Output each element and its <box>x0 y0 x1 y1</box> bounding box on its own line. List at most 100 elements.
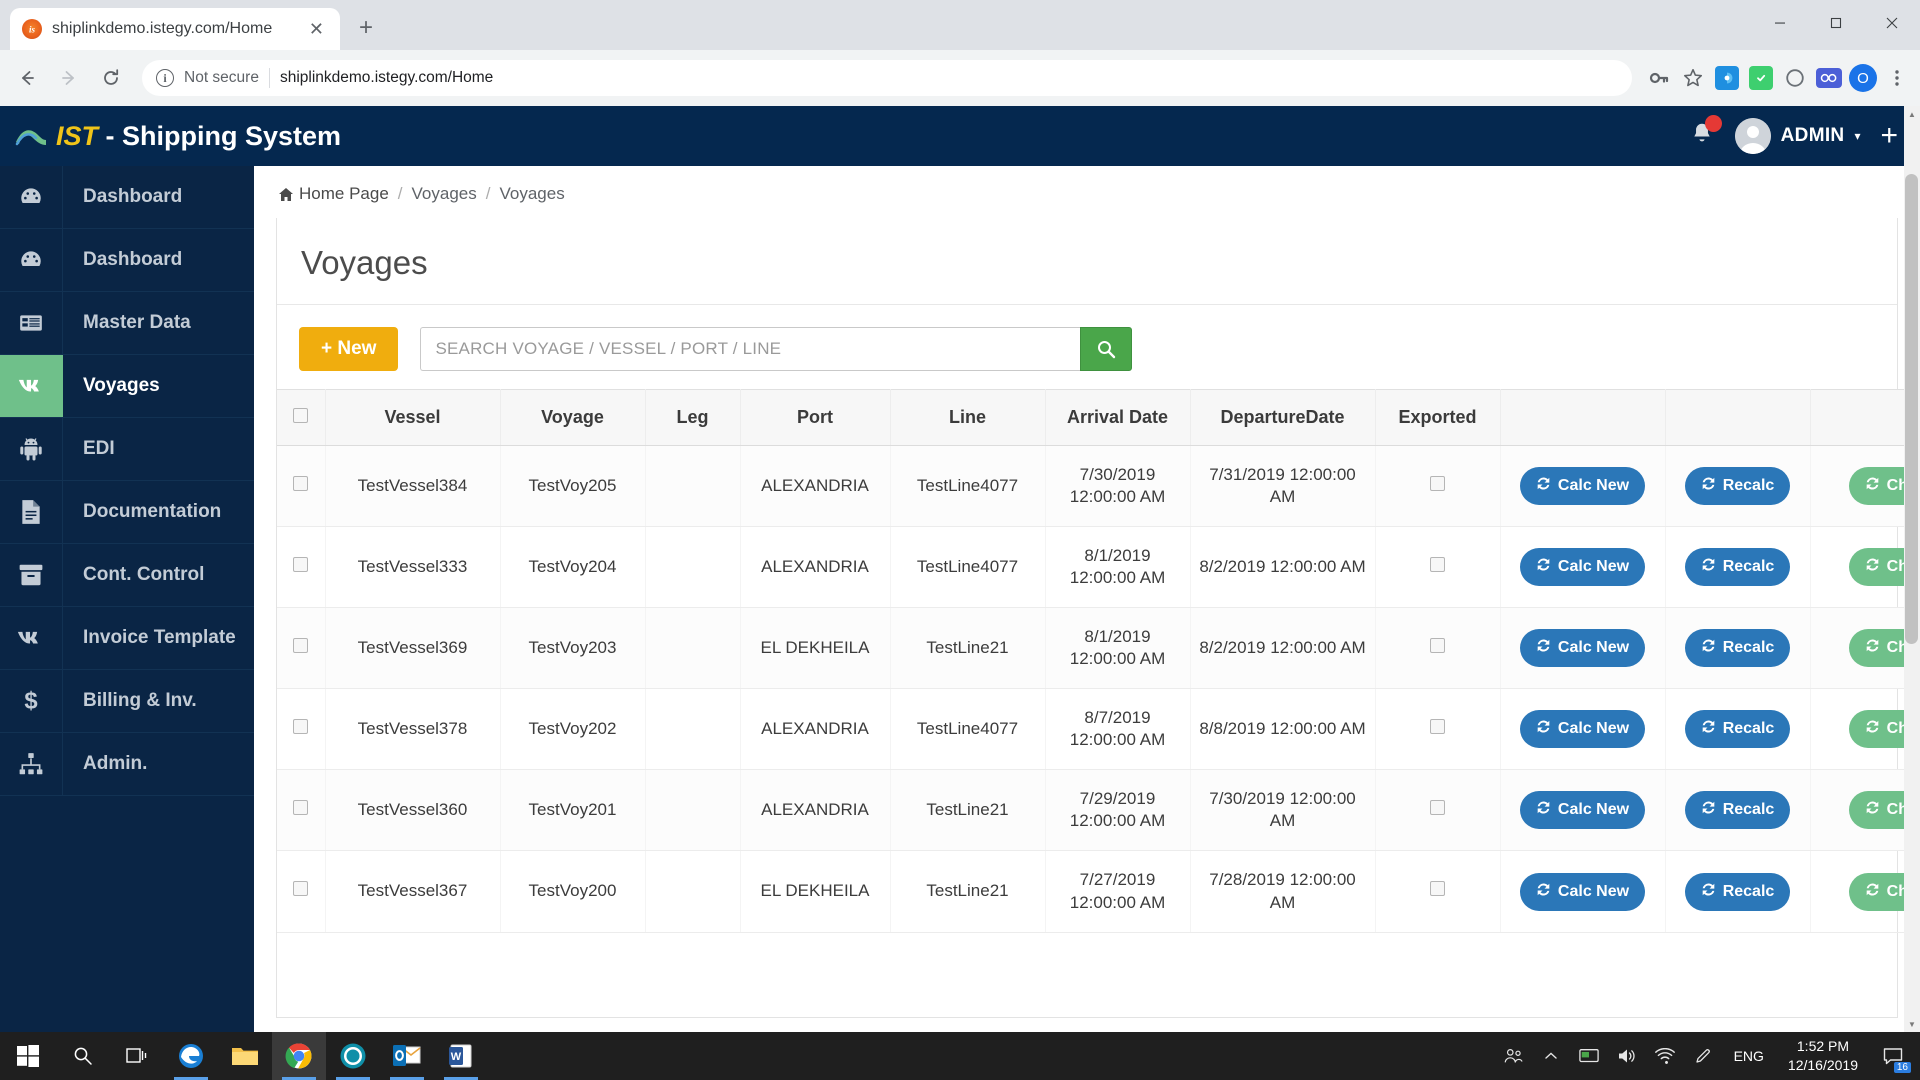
language-indicator[interactable]: ENG <box>1724 1048 1774 1064</box>
new-tab-button[interactable]: + <box>346 8 386 48</box>
extension-circle-icon[interactable] <box>1780 63 1810 93</box>
select-all-checkbox[interactable] <box>293 408 309 423</box>
add-button[interactable]: + <box>1880 121 1898 151</box>
breadcrumb-item-1[interactable]: Voyages <box>412 184 477 204</box>
exported-checkbox[interactable] <box>1430 637 1445 653</box>
exported-checkbox[interactable] <box>1430 719 1445 735</box>
people-icon[interactable] <box>1496 1032 1530 1080</box>
sidebar-item-cont-control[interactable]: Cont. Control <box>0 544 254 607</box>
cell-arrival-date: 7/30/2019 12:00:00 AM <box>1045 445 1191 527</box>
calc-new-button[interactable]: Calc New <box>1519 547 1646 586</box>
monitor-icon[interactable] <box>1572 1032 1606 1080</box>
exported-checkbox[interactable] <box>1430 881 1445 897</box>
new-button[interactable]: + New <box>299 327 399 371</box>
sidebar-item-dashboard-2[interactable]: Dashboard <box>0 229 254 292</box>
column-header-line[interactable]: Line <box>890 389 1046 446</box>
extension-blue-icon[interactable] <box>1712 63 1742 93</box>
chrome-profile-avatar[interactable]: O <box>1848 63 1878 93</box>
key-icon[interactable] <box>1644 63 1674 93</box>
cell-leg <box>645 688 741 771</box>
column-header-exported[interactable]: Exported <box>1375 389 1501 446</box>
scroll-down-arrow[interactable]: ▼ <box>1904 1016 1920 1032</box>
app-logo[interactable]: IST - Shipping System <box>0 121 341 152</box>
sidebar-item-edi[interactable]: EDI <box>0 418 254 481</box>
taskbar-app-edge[interactable] <box>164 1032 218 1080</box>
row-checkbox[interactable] <box>293 556 309 572</box>
sidebar-item-billing[interactable]: $ Billing & Inv. <box>0 670 254 733</box>
taskbar-clock[interactable]: 1:52 PM 12/16/2019 <box>1778 1037 1868 1075</box>
scrollbar-thumb[interactable] <box>1905 174 1918 644</box>
sidebar-item-admin[interactable]: Admin. <box>0 733 254 796</box>
sidebar-item-documentation[interactable]: Documentation <box>0 481 254 544</box>
sidebar-item-master-data[interactable]: Master Data <box>0 292 254 355</box>
column-header-vessel[interactable]: Vessel <box>325 389 501 446</box>
cell-line: TestLine4077 <box>890 526 1046 608</box>
recalc-button[interactable]: Recalc <box>1684 547 1791 586</box>
taskbar-task-view-button[interactable] <box>110 1032 164 1080</box>
recalc-button[interactable]: Recalc <box>1684 710 1791 749</box>
calc-new-button[interactable]: Calc New <box>1519 710 1646 749</box>
forward-icon[interactable] <box>50 59 88 97</box>
exported-checkbox[interactable] <box>1430 800 1445 816</box>
column-header-arrival-date[interactable]: Arrival Date <box>1045 389 1191 446</box>
taskbar-app-file-explorer[interactable] <box>218 1032 272 1080</box>
address-bar[interactable]: i Not secure shiplinkdemo.istegy.com/Hom… <box>142 60 1632 96</box>
network-icon[interactable] <box>1648 1032 1682 1080</box>
row-checkbox[interactable] <box>293 637 309 653</box>
recalc-button[interactable]: Recalc <box>1684 872 1791 911</box>
vk-icon <box>0 607 63 669</box>
calc-new-button[interactable]: Calc New <box>1519 466 1646 505</box>
exported-checkbox[interactable] <box>1430 556 1445 572</box>
extension-infinity-icon[interactable] <box>1814 63 1844 93</box>
bookmark-star-icon[interactable] <box>1678 63 1708 93</box>
recalc-button[interactable]: Recalc <box>1684 628 1791 667</box>
scroll-up-arrow[interactable]: ▲ <box>1904 106 1920 122</box>
extension-green-icon[interactable] <box>1746 63 1776 93</box>
calc-new-button[interactable]: Calc New <box>1519 628 1646 667</box>
column-header-voyage[interactable]: Voyage <box>500 389 646 446</box>
recalc-button[interactable]: Recalc <box>1684 791 1791 830</box>
back-icon[interactable] <box>8 59 46 97</box>
column-header-port[interactable]: Port <box>740 389 891 446</box>
sidebar-item-label: Admin. <box>83 753 148 775</box>
minimize-window-button[interactable] <box>1752 0 1808 46</box>
chrome-menu-icon[interactable] <box>1882 63 1912 93</box>
table-header-row: Vessel Voyage Leg Port Line Arrival Date… <box>277 389 1920 446</box>
recalc-button[interactable]: Recalc <box>1684 466 1791 505</box>
row-checkbox[interactable] <box>293 800 309 816</box>
reload-icon[interactable] <box>92 59 130 97</box>
sidebar-item-invoice-template[interactable]: Invoice Template <box>0 607 254 670</box>
row-checkbox[interactable] <box>293 475 309 491</box>
sidebar-item-voyages[interactable]: Voyages <box>0 355 254 418</box>
pen-icon[interactable] <box>1686 1032 1720 1080</box>
maximize-window-button[interactable] <box>1808 0 1864 46</box>
taskbar-app-teams[interactable] <box>326 1032 380 1080</box>
row-checkbox[interactable] <box>293 719 309 735</box>
breadcrumb-item-2[interactable]: Voyages <box>499 184 564 204</box>
search-button[interactable] <box>1080 327 1133 371</box>
close-tab-icon[interactable]: ✕ <box>305 20 328 38</box>
chevron-up-icon[interactable] <box>1534 1032 1568 1080</box>
browser-tab[interactable]: is shiplinkdemo.istegy.com/Home ✕ <box>10 8 340 50</box>
close-window-button[interactable] <box>1864 0 1920 46</box>
action-center-button[interactable]: 16 <box>1872 1032 1914 1080</box>
search-input[interactable] <box>420 327 1081 371</box>
row-checkbox[interactable] <box>293 881 309 897</box>
taskbar-app-chrome[interactable] <box>272 1032 326 1080</box>
user-menu[interactable]: ADMIN ▾ <box>1734 118 1860 154</box>
sidebar-item-dashboard-1[interactable]: Dashboard <box>0 166 254 229</box>
volume-icon[interactable] <box>1610 1032 1644 1080</box>
taskbar-app-outlook[interactable] <box>380 1032 434 1080</box>
calc-new-button[interactable]: Calc New <box>1519 872 1646 911</box>
notification-bell-icon[interactable] <box>1689 114 1722 152</box>
exported-checkbox[interactable] <box>1430 475 1445 491</box>
windows-start-button[interactable] <box>0 1032 56 1080</box>
info-icon[interactable]: i <box>156 69 174 87</box>
breadcrumb-home[interactable]: Home Page <box>278 184 389 204</box>
calc-new-button[interactable]: Calc New <box>1519 791 1646 830</box>
page-scrollbar[interactable]: ▲ ▼ <box>1904 106 1920 1032</box>
taskbar-app-word[interactable]: W <box>434 1032 488 1080</box>
column-header-leg[interactable]: Leg <box>645 389 741 446</box>
taskbar-search-button[interactable] <box>56 1032 110 1080</box>
column-header-departure-date[interactable]: DepartureDate <box>1190 389 1376 446</box>
